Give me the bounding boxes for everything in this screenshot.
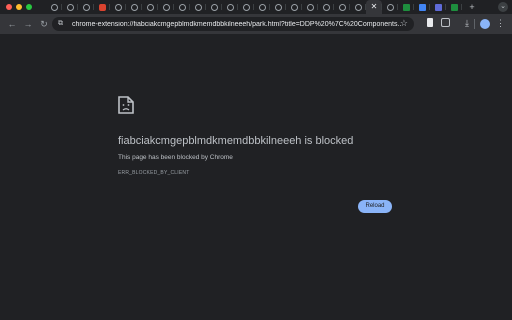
window-controls bbox=[6, 4, 32, 10]
close-icon[interactable]: ✕ bbox=[371, 3, 378, 11]
tab-25[interactable] bbox=[446, 0, 462, 14]
profile-avatar[interactable] bbox=[479, 18, 490, 29]
tab-search-button[interactable]: ⌄ bbox=[498, 2, 508, 12]
tab-strip: ✕ + ⌄ bbox=[0, 0, 512, 14]
sad-page-icon bbox=[118, 96, 134, 114]
tab-15[interactable] bbox=[286, 0, 302, 14]
docs-favicon-icon bbox=[418, 3, 426, 11]
generic-favicon-icon bbox=[242, 3, 250, 11]
url-text[interactable]: chrome-extension://fiabciakcmgepblmdkmem… bbox=[72, 21, 402, 28]
reload-button[interactable]: Reload bbox=[358, 200, 392, 213]
meet-favicon-icon bbox=[434, 3, 442, 11]
sheets-favicon-icon bbox=[402, 3, 410, 11]
tab-6[interactable] bbox=[142, 0, 158, 14]
generic-favicon-icon bbox=[82, 3, 90, 11]
sheets-favicon-icon bbox=[450, 3, 458, 11]
site-info-icon[interactable]: ⧉ bbox=[58, 20, 66, 28]
address-bar[interactable]: ⧉ chrome-extension://fiabciakcmgepblmdkm… bbox=[52, 17, 414, 31]
red-app-favicon-icon bbox=[98, 3, 106, 11]
back-button[interactable]: ← bbox=[6, 19, 18, 29]
tab-16[interactable] bbox=[302, 0, 318, 14]
maximize-window-button[interactable] bbox=[26, 4, 32, 10]
tab-7[interactable] bbox=[158, 0, 174, 14]
generic-favicon-icon bbox=[114, 3, 122, 11]
tab-9[interactable] bbox=[190, 0, 206, 14]
browser-toolbar: ← → ↻ ⧉ chrome-extension://fiabciakcmgep… bbox=[0, 14, 512, 34]
generic-favicon-icon bbox=[210, 3, 218, 11]
new-tab-button[interactable]: + bbox=[466, 2, 478, 12]
generic-favicon-icon bbox=[178, 3, 186, 11]
reload-icon-button[interactable]: ↻ bbox=[38, 19, 50, 30]
generic-favicon-icon bbox=[146, 3, 154, 11]
tab-8[interactable] bbox=[174, 0, 190, 14]
tab-21[interactable] bbox=[382, 0, 398, 14]
generic-favicon-icon bbox=[386, 3, 394, 11]
bookmark-star-icon[interactable]: ☆ bbox=[400, 18, 408, 29]
tab-3[interactable] bbox=[94, 0, 110, 14]
forward-button[interactable]: → bbox=[22, 19, 34, 29]
tab-24[interactable] bbox=[430, 0, 446, 14]
tab-5[interactable] bbox=[126, 0, 142, 14]
generic-favicon-icon bbox=[306, 3, 314, 11]
puzzle-icon[interactable] bbox=[441, 18, 450, 27]
generic-favicon-icon bbox=[258, 3, 266, 11]
minimize-window-button[interactable] bbox=[16, 4, 22, 10]
toolbar-right: ⤓ ⋮ bbox=[465, 18, 505, 29]
tab-10[interactable] bbox=[206, 0, 222, 14]
generic-favicon-icon bbox=[162, 3, 170, 11]
tab-23[interactable] bbox=[414, 0, 430, 14]
tab-4[interactable] bbox=[110, 0, 126, 14]
tab-12[interactable] bbox=[238, 0, 254, 14]
generic-favicon-icon bbox=[290, 3, 298, 11]
tab-19[interactable] bbox=[350, 0, 366, 14]
error-description: This page has been blocked by Chrome bbox=[118, 154, 233, 161]
generic-favicon-icon bbox=[226, 3, 234, 11]
tabs-list: ✕ bbox=[46, 0, 462, 14]
tab-1[interactable] bbox=[62, 0, 78, 14]
tab-11[interactable] bbox=[222, 0, 238, 14]
generic-favicon-icon bbox=[354, 3, 362, 11]
tab-0[interactable] bbox=[46, 0, 62, 14]
tab-18[interactable] bbox=[334, 0, 350, 14]
generic-favicon-icon bbox=[274, 3, 282, 11]
close-window-button[interactable] bbox=[6, 4, 12, 10]
tab-22[interactable] bbox=[398, 0, 414, 14]
error-code: ERR_BLOCKED_BY_CLIENT bbox=[118, 170, 190, 176]
tab-17[interactable] bbox=[318, 0, 334, 14]
tab-20[interactable]: ✕ bbox=[366, 0, 382, 14]
generic-favicon-icon bbox=[322, 3, 330, 11]
generic-favicon-icon bbox=[338, 3, 346, 11]
generic-favicon-icon bbox=[66, 3, 74, 11]
tab-13[interactable] bbox=[254, 0, 270, 14]
download-icon[interactable]: ⤓ bbox=[465, 18, 469, 29]
page-content: fiabciakcmgepblmdkmemdbbkilneeeh is bloc… bbox=[0, 34, 512, 320]
generic-favicon-icon bbox=[130, 3, 138, 11]
generic-favicon-icon bbox=[50, 3, 58, 11]
tab-2[interactable] bbox=[78, 0, 94, 14]
toolbar-divider bbox=[473, 18, 475, 29]
extension-icon[interactable] bbox=[427, 18, 433, 27]
error-title: fiabciakcmgepblmdkmemdbbkilneeeh is bloc… bbox=[118, 135, 354, 147]
tab-14[interactable] bbox=[270, 0, 286, 14]
extensions-area bbox=[427, 18, 470, 27]
more-menu-icon[interactable]: ⋮ bbox=[496, 18, 505, 29]
generic-favicon-icon bbox=[194, 3, 202, 11]
